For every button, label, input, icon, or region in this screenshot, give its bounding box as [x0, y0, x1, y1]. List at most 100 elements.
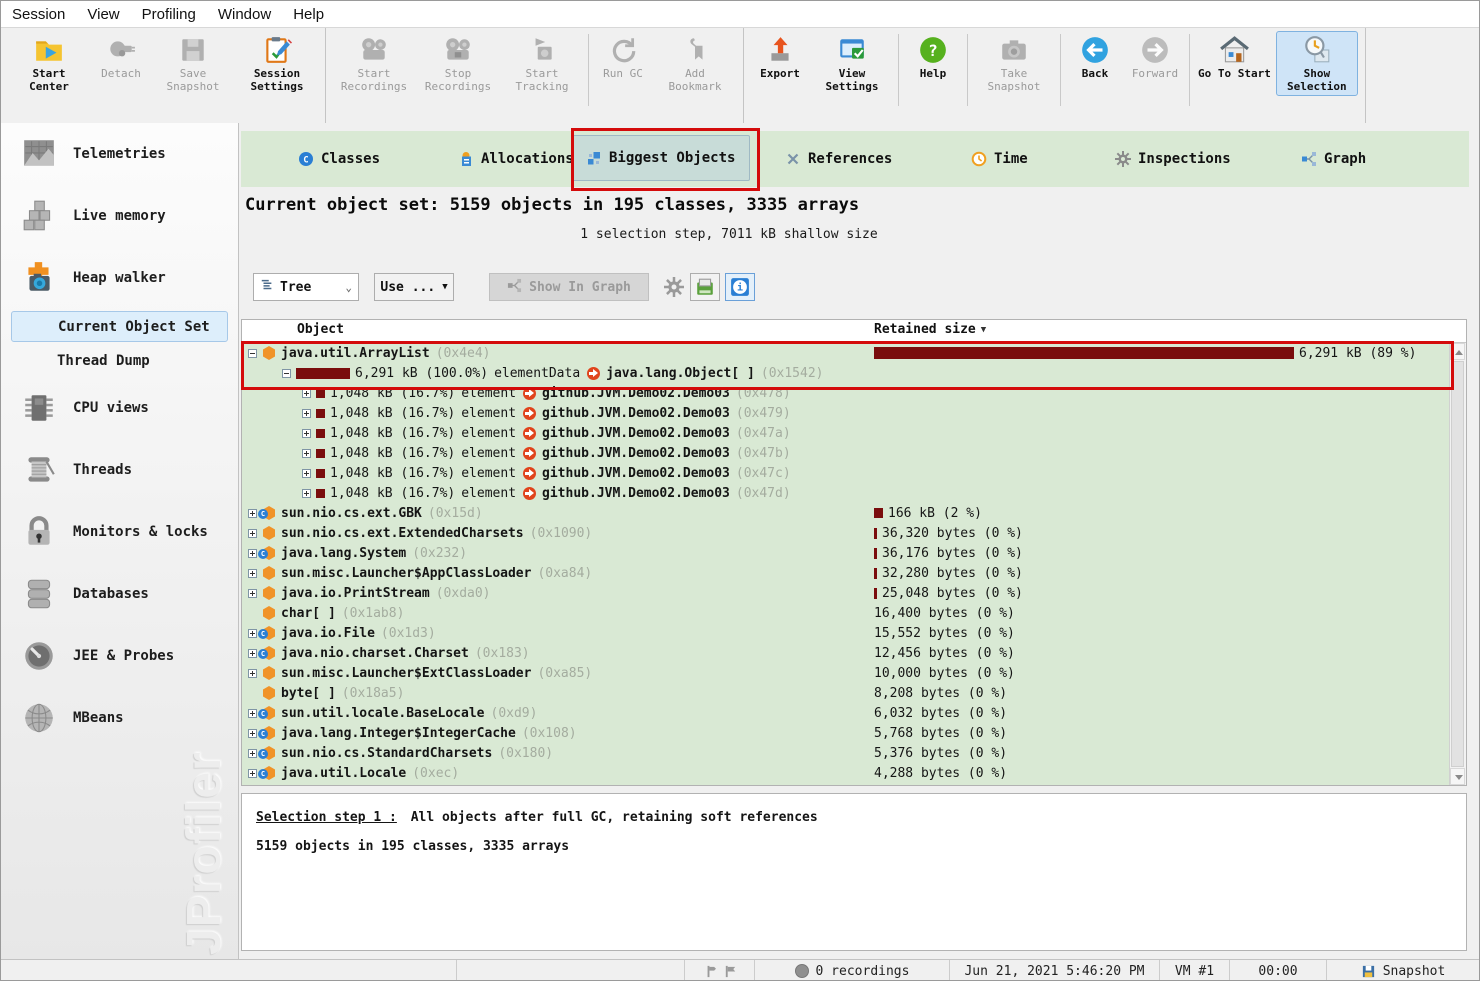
- flag-icon[interactable]: [723, 964, 738, 979]
- menu-window[interactable]: Window: [207, 6, 282, 23]
- tree-row[interactable]: sun.nio.cs.ext.ExtendedCharsets(0x1090)3…: [242, 523, 1450, 543]
- tree-row[interactable]: 6,291 kB (100.0%)elementDatajava.lang.Ob…: [242, 363, 1450, 383]
- expand-toggle-plus-icon[interactable]: [302, 389, 311, 398]
- expand-toggle-plus-icon[interactable]: [248, 509, 257, 518]
- show-selection-button[interactable]: Show Selection: [1276, 31, 1358, 96]
- sidebar-item-jee-probes[interactable]: JEE & Probes: [1, 625, 238, 687]
- start-center-button[interactable]: Start Center: [8, 31, 90, 96]
- expand-toggle-plus-icon[interactable]: [302, 409, 311, 418]
- tree-row[interactable]: 1,048 kB (16.7%)elementgithub.JVM.Demo02…: [242, 423, 1450, 443]
- tab-references[interactable]: References: [785, 131, 892, 187]
- tree-row[interactable]: java.util.ArrayList(0x4e4)6,291 kB (89 %…: [242, 343, 1450, 363]
- tree-row[interactable]: Cjava.nio.charset.Charset(0x183)12,456 b…: [242, 643, 1450, 663]
- tree-row[interactable]: Csun.util.locale.BaseLocale(0xd9)6,032 b…: [242, 703, 1450, 723]
- tab-label: Graph: [1324, 151, 1366, 167]
- tab-classes[interactable]: C Classes: [298, 131, 380, 187]
- back-button[interactable]: Back: [1066, 31, 1124, 83]
- expand-toggle-minus-icon[interactable]: [282, 369, 291, 378]
- expand-toggle-plus-icon[interactable]: [248, 589, 257, 598]
- help-button[interactable]: ? Help: [904, 31, 962, 83]
- field-label: element: [461, 446, 516, 461]
- export-button[interactable]: Export: [751, 31, 809, 83]
- expand-toggle-plus-icon[interactable]: [248, 709, 257, 718]
- table-header[interactable]: Object Retained size ▼: [242, 320, 1466, 343]
- tree-row[interactable]: sun.misc.Launcher$AppClassLoader(0xa84)3…: [242, 563, 1450, 583]
- help-label: Help: [920, 67, 947, 80]
- tree-row[interactable]: char[ ](0x1ab8)16,400 bytes (0 %): [242, 603, 1450, 623]
- expand-toggle-minus-icon[interactable]: [248, 349, 257, 358]
- heap-snapshot-button[interactable]: [690, 273, 720, 301]
- scrollbar-thumb[interactable]: [1451, 361, 1464, 767]
- column-object[interactable]: Object: [297, 322, 344, 337]
- scroll-down-button[interactable]: [1450, 768, 1465, 785]
- vertical-scrollbar[interactable]: [1449, 343, 1466, 785]
- sidebar-item-live-memory[interactable]: Live memory: [1, 185, 238, 247]
- status-snapshot: Snapshot: [1326, 960, 1479, 981]
- column-retained-size[interactable]: Retained size ▼: [874, 322, 986, 337]
- menu-help[interactable]: Help: [282, 6, 335, 23]
- expand-toggle-plus-icon[interactable]: [248, 569, 257, 578]
- expand-toggle-plus-icon[interactable]: [248, 749, 257, 758]
- tree-row[interactable]: byte[ ](0x18a5)8,208 bytes (0 %): [242, 683, 1450, 703]
- view-mode-dropdown[interactable]: Tree ⌄: [253, 273, 359, 301]
- tree-row[interactable]: 1,048 kB (16.7%)elementgithub.JVM.Demo02…: [242, 443, 1450, 463]
- tab-time[interactable]: Time: [971, 131, 1028, 187]
- class-name-label: sun.misc.Launcher$ExtClassLoader: [281, 666, 531, 681]
- expand-toggle-plus-icon[interactable]: [302, 429, 311, 438]
- menu-session[interactable]: Session: [1, 6, 76, 23]
- sidebar-item-heap-walker[interactable]: Heap walker: [1, 247, 238, 309]
- signpost-icon[interactable]: [701, 964, 716, 979]
- expand-toggle-plus-icon[interactable]: [248, 669, 257, 678]
- tree-row[interactable]: 1,048 kB (16.7%)elementgithub.JVM.Demo02…: [242, 483, 1450, 503]
- tab-label: Inspections: [1138, 151, 1231, 167]
- sidebar-item-cpu-views[interactable]: CPU views: [1, 377, 238, 439]
- expand-toggle-plus-icon[interactable]: [248, 529, 257, 538]
- sidebar-item-mbeans[interactable]: MBeans: [1, 687, 238, 749]
- sidebar-item-databases[interactable]: Databases: [1, 563, 238, 625]
- tab-biggest-objects[interactable]: Biggest Objects: [571, 135, 750, 181]
- tree-row[interactable]: sun.misc.Launcher$ExtClassLoader(0xa85)1…: [242, 663, 1450, 683]
- tree-row[interactable]: 1,048 kB (16.7%)elementgithub.JVM.Demo02…: [242, 403, 1450, 423]
- menu-view[interactable]: View: [76, 6, 130, 23]
- expand-toggle-plus-icon[interactable]: [302, 489, 311, 498]
- object-address-label: (0xd9): [491, 706, 538, 721]
- expand-toggle-plus-icon[interactable]: [302, 449, 311, 458]
- session-settings-button[interactable]: Session Settings: [236, 31, 318, 96]
- expand-toggle-plus-icon[interactable]: [248, 769, 257, 778]
- sidebar-item-label: JEE & Probes: [73, 648, 174, 664]
- selection-step-link[interactable]: Selection step 1 :: [256, 810, 397, 825]
- expand-toggle-plus-icon[interactable]: [248, 629, 257, 638]
- view-settings-button[interactable]: View Settings: [811, 31, 893, 96]
- menu-profiling[interactable]: Profiling: [131, 6, 207, 23]
- tree-row[interactable]: 1,048 kB (16.7%)elementgithub.JVM.Demo02…: [242, 463, 1450, 483]
- sidebar-item-thread-dump[interactable]: Thread Dump: [1, 344, 238, 377]
- sidebar-item-current-object-set[interactable]: Current Object Set: [11, 311, 228, 342]
- expand-toggle-plus-icon[interactable]: [248, 729, 257, 738]
- tree-row[interactable]: Cjava.io.File(0x1d3)15,552 bytes (0 %): [242, 623, 1450, 643]
- go-to-start-button[interactable]: Go To Start: [1195, 31, 1274, 83]
- sidebar-item-threads[interactable]: Threads: [1, 439, 238, 501]
- sidebar-item-telemetries[interactable]: Telemetries: [1, 123, 238, 185]
- expand-toggle-plus-icon[interactable]: [302, 469, 311, 478]
- tree-row[interactable]: 1,048 kB (16.7%)elementgithub.JVM.Demo02…: [242, 383, 1450, 403]
- tree-row[interactable]: Cjava.util.Locale(0xec)4,288 bytes (0 %): [242, 763, 1450, 783]
- object-icon: [262, 586, 276, 600]
- tree-row[interactable]: Csun.nio.cs.ext.GBK(0x15d)166 kB (2 %): [242, 503, 1450, 523]
- expand-toggle-plus-icon[interactable]: [248, 649, 257, 658]
- tree-row[interactable]: java.io.PrintStream(0xda0)25,048 bytes (…: [242, 583, 1450, 603]
- tab-allocations[interactable]: Allocations: [458, 131, 574, 187]
- object-address-label: (0xda0): [436, 586, 491, 601]
- scroll-up-button[interactable]: [1450, 343, 1465, 360]
- use-button[interactable]: Use ... ▼: [374, 273, 454, 301]
- status-recordings[interactable]: 0 recordings: [754, 960, 949, 981]
- stop-recordings-label: Stop Recordings: [420, 67, 496, 93]
- tree-row[interactable]: Cjava.lang.Integer$IntegerCache(0x108)5,…: [242, 723, 1450, 743]
- tree-row[interactable]: Csun.nio.cs.StandardCharsets(0x180)5,376…: [242, 743, 1450, 763]
- tab-graph[interactable]: Graph: [1301, 131, 1366, 187]
- tree-row[interactable]: Cjava.lang.System(0x232)36,176 bytes (0 …: [242, 543, 1450, 563]
- expand-toggle-plus-icon[interactable]: [248, 549, 257, 558]
- sidebar-item-monitors-locks[interactable]: Monitors & locks: [1, 501, 238, 563]
- info-button[interactable]: i: [725, 273, 755, 301]
- tab-inspections[interactable]: Inspections: [1115, 131, 1231, 187]
- object-address-label: (0x180): [498, 746, 553, 761]
